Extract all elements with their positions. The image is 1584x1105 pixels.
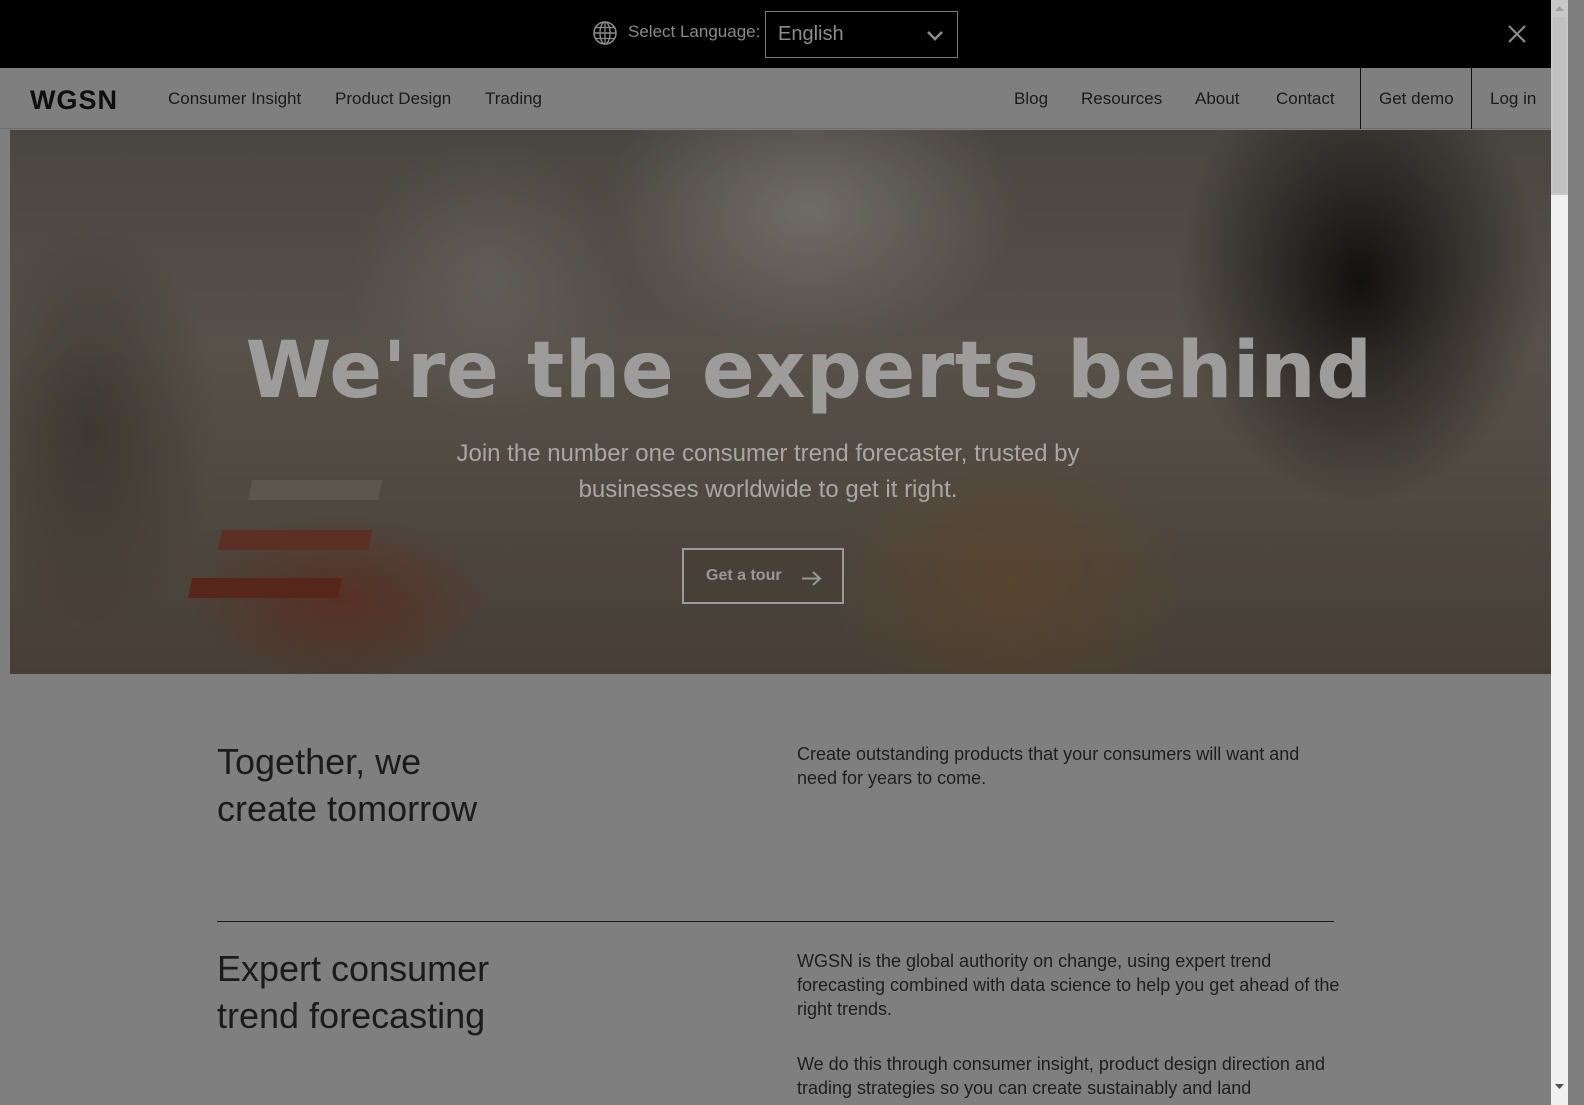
scroll-down-arrow-icon[interactable] xyxy=(1551,1078,1568,1095)
language-select-value: English xyxy=(778,23,844,45)
hero-title: We're the experts behind xyxy=(245,326,1373,416)
section-text-expert-2: We do this through consumer insight, pro… xyxy=(797,1054,1325,1098)
language-select[interactable]: English xyxy=(765,11,958,58)
close-icon[interactable] xyxy=(1505,22,1529,46)
get-demo-button[interactable]: Get demo xyxy=(1379,89,1454,109)
nav-item-trading[interactable]: Trading xyxy=(485,89,542,109)
language-bar: Select Language: English xyxy=(0,0,1567,68)
section-title-line: Together, we xyxy=(217,741,422,782)
scrollbar-thumb[interactable] xyxy=(1553,17,1566,193)
hero-subtitle-line: Join the number one consumer trend forec… xyxy=(456,440,1080,467)
section-divider xyxy=(217,921,1334,922)
get-a-tour-button[interactable]: Get a tour xyxy=(682,548,844,604)
hero-banner: We're the experts behind Join the number… xyxy=(10,130,1551,674)
globe-icon xyxy=(593,21,617,45)
nav-divider xyxy=(1471,68,1472,129)
nav-item-blog[interactable]: Blog xyxy=(1014,89,1048,109)
nav-item-consumer-insight[interactable]: Consumer Insight xyxy=(168,89,301,109)
section-text-together: Create outstanding products that your co… xyxy=(797,744,1300,788)
nav-item-about[interactable]: About xyxy=(1195,89,1239,109)
section-text-expert-1: WGSN is the global authority on change, … xyxy=(797,951,1340,1019)
section-title-line: trend forecasting xyxy=(217,995,486,1036)
section-title-line: Expert consumer xyxy=(217,948,490,989)
hero-subtitle: Join the number one consumer trend forec… xyxy=(380,436,1156,508)
nav-item-contact[interactable]: Contact xyxy=(1276,89,1335,109)
nav-item-product-design[interactable]: Product Design xyxy=(335,89,451,109)
nav-divider xyxy=(1360,68,1361,129)
page: Select Language: English WGSN Consumer I… xyxy=(0,0,1567,1105)
hero-subtitle-line: businesses worldwide to get it right. xyxy=(578,476,958,503)
section-title-together: Together, we create tomorrow xyxy=(217,738,477,832)
wgsn-logo[interactable]: WGSN xyxy=(30,85,118,116)
nav-item-resources[interactable]: Resources xyxy=(1081,89,1162,109)
scroll-up-arrow-icon[interactable] xyxy=(1551,0,1568,17)
section-title-expert: Expert consumer trend forecasting xyxy=(217,945,489,1039)
get-a-tour-label: Get a tour xyxy=(706,567,782,584)
main-nav: WGSN Consumer Insight Product Design Tra… xyxy=(0,68,1567,129)
chevron-down-icon xyxy=(927,31,943,41)
arrow-right-icon xyxy=(802,571,822,586)
section-title-line: create tomorrow xyxy=(217,788,478,829)
select-language-label: Select Language: xyxy=(628,22,761,41)
vertical-scrollbar[interactable] xyxy=(1551,0,1568,1105)
log-in-button[interactable]: Log in xyxy=(1490,89,1536,109)
